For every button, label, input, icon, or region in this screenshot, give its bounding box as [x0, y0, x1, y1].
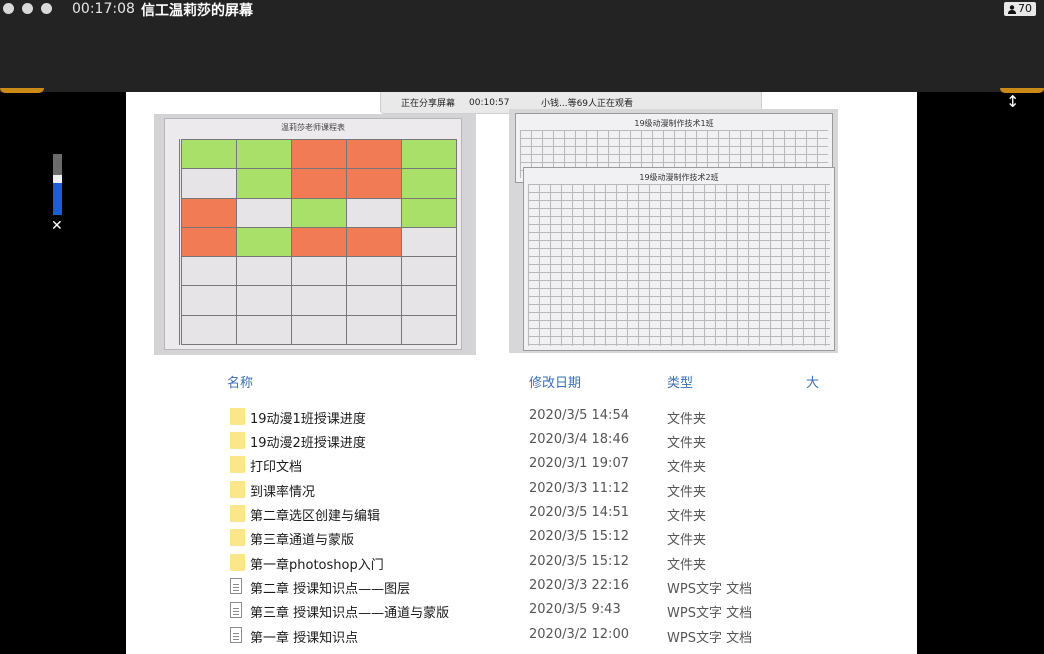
file-name: 19动漫2班授课进度 [250, 436, 366, 451]
file-row[interactable]: 19动漫2班授课进度 2020/3/4 18:46 文件夹 [226, 429, 876, 453]
volume-fill [53, 183, 62, 215]
file-row[interactable]: 第一章 授课知识点 2020/3/2 12:00 WPS文字 文档 [226, 624, 876, 648]
document-icon [230, 602, 242, 618]
file-date: 2020/3/5 15:12 [529, 529, 629, 544]
file-row[interactable]: 第三章 授课知识点——通道与蒙版 2020/3/5 9:43 WPS文字 文档 [226, 599, 876, 623]
folder-icon [230, 408, 245, 425]
file-date: 2020/3/3 11:12 [529, 481, 629, 496]
sheet-2-title: 19级动漫制作技术2班 [639, 173, 719, 182]
column-header-date[interactable]: 修改日期 [529, 372, 581, 391]
shared-screen: 正在分享屏幕 00:10:57 小钱...等69人正在观看 温莉莎老师课程表 1… [126, 92, 917, 654]
file-date: 2020/3/5 14:51 [529, 505, 629, 520]
volume-slider[interactable] [53, 154, 62, 215]
file-type: 文件夹 [667, 412, 707, 427]
document-icon [230, 578, 242, 594]
folder-icon [230, 432, 245, 449]
column-header-size[interactable]: 大 [806, 372, 819, 391]
sharing-label: 正在分享屏幕 [401, 99, 456, 109]
file-name: 第二章选区创建与编辑 [250, 509, 381, 524]
file-type: 文件夹 [667, 558, 707, 573]
viewer-count: 70 [1018, 2, 1032, 15]
file-name: 第二章 授课知识点——图层 [250, 582, 411, 597]
column-header-type[interactable]: 类型 [667, 372, 693, 391]
file-type: WPS文字 文档 [667, 582, 753, 597]
schedule-photo: 温莉莎老师课程表 [154, 114, 476, 355]
file-name: 打印文档 [250, 460, 303, 475]
file-type: WPS文字 文档 [667, 631, 753, 646]
file-name: 第一章photoshop入门 [250, 558, 384, 573]
file-type: 文件夹 [667, 436, 707, 451]
file-name: 到课率情况 [250, 485, 316, 500]
left-accent-tab [0, 88, 44, 93]
folder-icon [230, 481, 245, 498]
file-row[interactable]: 第二章 授课知识点——图层 2020/3/3 22:16 WPS文字 文档 [226, 575, 876, 599]
file-name: 第三章通道与蒙版 [250, 533, 355, 548]
file-date: 2020/3/5 14:54 [529, 408, 629, 423]
volume-handle[interactable] [53, 175, 62, 183]
file-type: 文件夹 [667, 460, 707, 475]
file-name: 19动漫1班授课进度 [250, 412, 366, 427]
file-type: 文件夹 [667, 509, 707, 524]
file-row[interactable]: 第三章通道与蒙版 2020/3/5 15:12 文件夹 [226, 526, 876, 550]
folder-icon [230, 505, 245, 522]
file-date: 2020/3/3 22:16 [529, 578, 629, 593]
folder-icon [230, 554, 245, 571]
file-type: 文件夹 [667, 533, 707, 548]
attendance-photo: 19级动漫制作技术1班 19级动漫制作技术2班 [509, 109, 838, 353]
file-name: 第三章 授课知识点——通道与蒙版 [250, 606, 450, 621]
file-date: 2020/3/4 18:46 [529, 432, 629, 447]
file-date: 2020/3/5 15:12 [529, 554, 629, 569]
file-name: 第一章 授课知识点 [250, 631, 359, 646]
file-date: 2020/3/2 12:00 [529, 627, 629, 642]
maximize-window-button[interactable] [41, 3, 52, 14]
attendance-sheet-2: 19级动漫制作技术2班 [523, 167, 835, 351]
close-window-button[interactable] [3, 3, 14, 14]
resize-cursor-icon: ↕ [1006, 92, 1020, 111]
meeting-titlebar: 00:17:08 信工温莉莎的屏幕 70 [0, 0, 1044, 92]
file-row[interactable]: 第一章photoshop入门 2020/3/5 15:12 文件夹 [226, 551, 876, 575]
folder-icon [230, 529, 245, 546]
column-header-name[interactable]: 名称 [227, 372, 253, 391]
file-row[interactable]: 19动漫1班授课进度 2020/3/5 14:54 文件夹 [226, 405, 876, 429]
share-elapsed-time: 00:10:57 [469, 97, 510, 108]
file-type: WPS文字 文档 [667, 606, 753, 621]
file-row[interactable]: 第二章选区创建与编辑 2020/3/5 14:51 文件夹 [226, 502, 876, 526]
file-type: 文件夹 [667, 485, 707, 500]
document-icon [230, 627, 242, 643]
schedule-title: 温莉莎老师课程表 [281, 123, 345, 132]
file-row[interactable]: 到课率情况 2020/3/3 11:12 文件夹 [226, 478, 876, 502]
schedule-paper: 温莉莎老师课程表 [164, 118, 462, 350]
window-controls [3, 3, 52, 14]
file-date: 2020/3/5 9:43 [529, 602, 621, 617]
meeting-timer: 00:17:08 [72, 1, 135, 17]
file-row[interactable]: 打印文档 2020/3/1 19:07 文件夹 [226, 453, 876, 477]
schedule-grid [181, 139, 457, 345]
sheet-1-title: 19级动漫制作技术1班 [634, 119, 714, 128]
minimize-window-button[interactable] [22, 3, 33, 14]
person-icon [1008, 4, 1016, 14]
share-title: 信工温莉莎的屏幕 [141, 3, 253, 19]
folder-icon [230, 456, 245, 473]
schedule-side-column [168, 139, 180, 345]
file-date: 2020/3/1 19:07 [529, 456, 629, 471]
watchers-label: 小钱...等69人正在观看 [541, 99, 634, 109]
close-icon[interactable]: ✕ [51, 218, 63, 234]
viewer-count-badge[interactable]: 70 [1004, 2, 1036, 16]
